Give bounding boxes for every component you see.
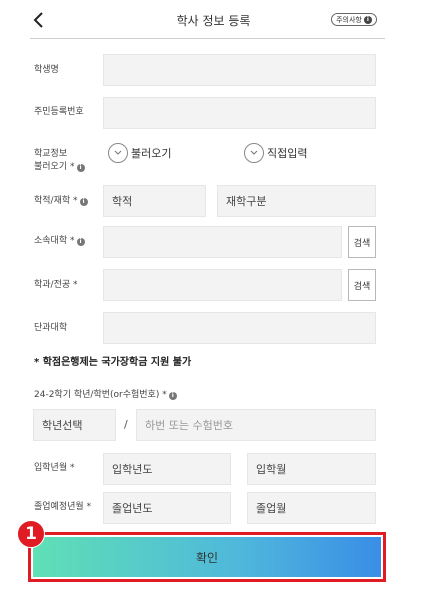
department-search-button[interactable]: 검색 bbox=[348, 269, 376, 301]
grade-label: 24-2학기 학년/학번(or수험번호) * i bbox=[34, 389, 177, 402]
resident-number-field[interactable] bbox=[103, 97, 376, 129]
resident-number-label: 주민등록번호 bbox=[34, 107, 84, 117]
grade-select[interactable]: 학년선택 bbox=[33, 409, 116, 441]
university-label: 소속대학 * i bbox=[34, 235, 85, 248]
info-icon: i bbox=[363, 15, 372, 24]
scholarship-warning: * 학점은행제는 국가장학금 지원 불가 bbox=[34, 357, 192, 368]
college-field[interactable] bbox=[103, 312, 376, 344]
confirm-button[interactable]: 확인 bbox=[33, 537, 381, 577]
graduation-month-select[interactable]: 졸업월 bbox=[247, 492, 376, 524]
enrollment-label: 학적/재학 * i bbox=[34, 195, 88, 208]
radio-load[interactable]: 불러오기 bbox=[108, 143, 171, 163]
enrollment-status-select[interactable]: 학적 bbox=[103, 185, 206, 217]
info-icon: i bbox=[76, 164, 85, 172]
info-icon: i bbox=[79, 198, 88, 206]
radio-direct-label: 직접입력 bbox=[267, 147, 308, 160]
school-info-label: 학교정보 불러오기 * i bbox=[34, 148, 85, 174]
admission-month-select[interactable]: 입학월 bbox=[247, 453, 376, 485]
chevron-down-icon bbox=[108, 143, 128, 163]
department-field[interactable] bbox=[103, 269, 342, 301]
info-icon: i bbox=[168, 392, 177, 400]
student-name-label: 학생명 bbox=[34, 65, 59, 75]
grade-separator: / bbox=[124, 418, 128, 431]
radio-direct[interactable]: 직접입력 bbox=[244, 143, 307, 163]
radio-load-label: 불러오기 bbox=[131, 147, 172, 160]
header: 학사 정보 등록 주의사항 i bbox=[0, 0, 427, 40]
student-name-field[interactable] bbox=[103, 54, 376, 86]
university-field[interactable] bbox=[103, 226, 342, 258]
admission-label: 입학년월 * bbox=[34, 463, 75, 473]
graduation-year-select[interactable]: 졸업년도 bbox=[103, 492, 231, 524]
enrolled-type-select[interactable]: 재학구분 bbox=[217, 185, 376, 217]
info-icon: i bbox=[76, 238, 85, 246]
department-label: 학과/전공 * bbox=[34, 280, 78, 290]
admission-year-select[interactable]: 입학년도 bbox=[103, 453, 231, 485]
notice-label: 주의사항 bbox=[336, 15, 362, 24]
student-number-input[interactable]: 하번 또는 수험번호 bbox=[136, 409, 376, 441]
college-label: 단과대학 bbox=[34, 323, 68, 333]
graduation-label: 졸업예정년월 * bbox=[34, 502, 92, 512]
header-divider bbox=[30, 38, 385, 39]
university-search-button[interactable]: 검색 bbox=[348, 226, 376, 258]
step-badge: 1 bbox=[17, 520, 45, 548]
chevron-down-icon bbox=[244, 143, 264, 163]
notice-button[interactable]: 주의사항 i bbox=[331, 13, 377, 26]
